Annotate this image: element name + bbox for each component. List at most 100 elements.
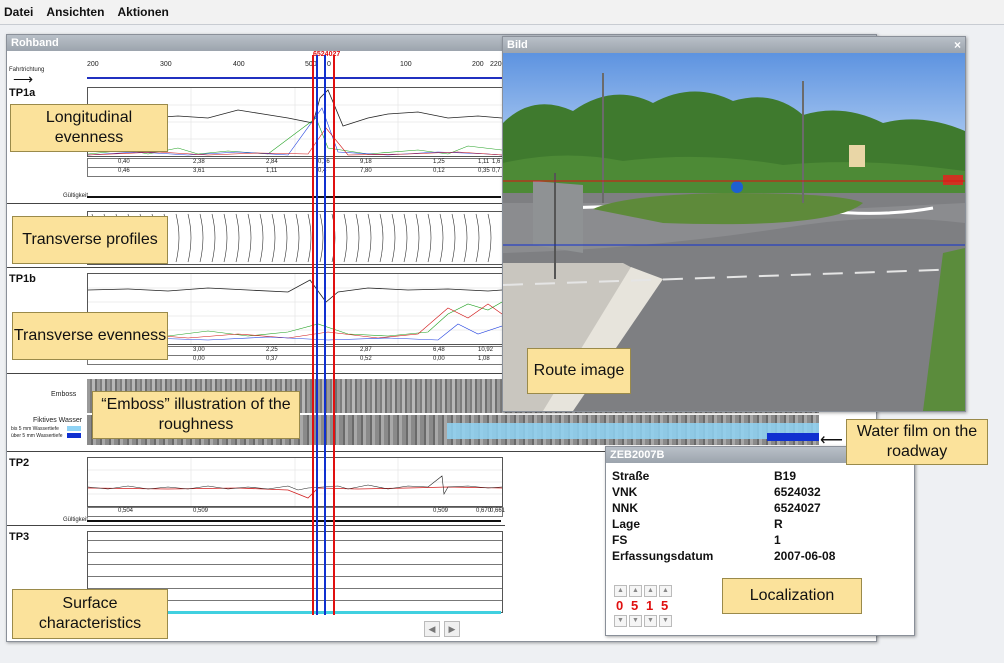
info-value-lage: R [774,517,783,531]
callout-surface: Surface characteristics [12,589,168,639]
digit-up-button[interactable]: ▲ [614,585,627,597]
tp1a-value: 9,18 [360,159,372,165]
digit-down-button[interactable]: ▼ [614,615,627,627]
tp2-value: 0,504 [118,508,134,514]
info-label-nnk: NNK [612,501,638,515]
marker-line-red [333,55,335,615]
tp2-label: TP2 [9,457,30,469]
tp2-value: 0,509 [433,508,449,514]
water-film-light [447,423,819,439]
bild-titlebar[interactable]: Bild × [503,37,965,53]
tp1a-value: 0,35 [478,168,490,174]
info-label-strasse: Straße [612,469,650,483]
tp1a-value: 3,61 [193,168,205,174]
tp1a-value: 1,11 [478,159,490,165]
scale-tick: 400 [233,61,245,68]
tp2-value: 0,661 [490,508,506,514]
tp1b-value: 0,52 [360,356,372,362]
water-label: Fiktives Wasser [33,417,83,424]
tp1b-value: 3,00 [193,347,205,353]
scroll-left-button[interactable]: ◀ [424,621,440,637]
blue-direction-line [87,77,503,79]
info-value-fs: 1 [774,533,781,547]
rohband-title: Rohband [11,37,59,49]
info-label-fs: FS [612,533,628,547]
water-film-arrow-icon: ⟵ [820,432,843,449]
tp1a-value: 1,6 [492,159,501,165]
water-film-deep [767,433,819,441]
water-low-label: bis 5 mm Wassertiefe [11,426,59,432]
tp1b-value: 10,92 [478,347,494,353]
callout-longitudinal: Longitudinal evenness [10,104,168,152]
tp1b-value: 2,87 [360,347,372,353]
tp1a-value: 1,25 [433,159,445,165]
digit-down-button[interactable]: ▼ [629,615,642,627]
scale-tick: 500 [305,61,317,68]
close-icon[interactable]: × [954,37,961,53]
tp2-band: TP2 0,504 0,509 0,509 0,670 0,661 Gültig… [7,453,505,526]
tp1b-value: 0,00 [433,356,445,362]
tp2-chart-svg [87,458,503,506]
locator-digit: 5 [661,598,669,613]
info-title: ZEB2007B [610,449,665,461]
tp1a-value: 7,80 [360,168,372,174]
menu-datei[interactable]: Datei [0,0,39,19]
callout-transverse-evenness: Transverse evenness [12,312,168,360]
digit-up-button[interactable]: ▲ [659,585,672,597]
locator-digit: 0 [616,598,624,613]
info-value-nnk: 6524027 [774,501,821,515]
tp3-label: TP3 [9,531,30,543]
tp2-plot [87,457,503,507]
scale-tick: 220 [490,61,502,68]
tp1a-validity-bar [87,196,501,198]
scale-tick: 200 [87,61,99,68]
digit-up-button[interactable]: ▲ [644,585,657,597]
bild-title: Bild [507,39,528,51]
water-high-label: über 5 mm Wassertiefe [11,433,63,439]
callout-emboss: “Emboss” illustration of the roughness [92,391,300,439]
locator-digit: 1 [646,598,654,613]
info-value-erfassungsdatum: 2007-06-08 [774,549,836,563]
tp2-values: 0,504 0,509 0,509 0,670 0,661 [87,507,506,517]
scroll-right-button[interactable]: ▶ [444,621,460,637]
tp1b-label: TP1b [9,273,36,285]
tp1a-value: 0,40 [118,159,130,165]
digit-up-button[interactable]: ▲ [629,585,642,597]
water-low-swatch [67,426,81,431]
scale-tick: 100 [400,61,412,68]
tp2-value: 0,670 [476,508,492,514]
menu-ansichten[interactable]: Ansichten [42,0,110,19]
tp2-validity-bar [87,520,501,522]
callout-localization: Localization [722,578,862,614]
digit-down-button[interactable]: ▼ [659,615,672,627]
digit-down-button[interactable]: ▼ [644,615,657,627]
tp1a-value: 1,11 [266,168,278,174]
tp1b-value: 2,25 [266,347,278,353]
tp2-validity-label: Gültigkeit [63,517,89,523]
marker-line-blue [316,55,318,615]
locator-digit: 5 [631,598,639,613]
scale-tick: 300 [160,61,172,68]
menu-aktionen[interactable]: Aktionen [113,0,174,19]
tp1a-label: TP1a [9,87,36,99]
tp1a-value: 0,12 [433,168,445,174]
tp1b-value: 0,00 [193,356,205,362]
tp1b-value: 0,37 [266,356,278,362]
tp1a-value: 2,38 [193,159,205,165]
menu-bar: Datei Ansichten Aktionen [0,0,1004,25]
scale-tick: 200 [472,61,484,68]
emboss-label: Emboss [51,391,77,398]
tp1a-validity-label: Gültigkeit [63,193,89,199]
tp1a-value: 2,84 [266,159,278,165]
info-label-vnk: VNK [612,485,638,499]
tp2-value: 0,509 [193,508,209,514]
marker-line-red [312,55,314,615]
scale-tick: 0 [327,61,331,68]
callout-transverse-profiles: Transverse profiles [12,216,168,264]
water-high-swatch [67,433,81,438]
tp1b-value: 1,08 [478,356,490,362]
tp1a-values-row2: 0,46 3,61 1,11 0,4 7,80 0,12 0,35 0,7 [87,167,503,177]
info-value-strasse: B19 [774,469,797,483]
callout-water-film: Water film on the roadway [846,419,988,465]
tp1a-value: 0,46 [118,168,130,174]
